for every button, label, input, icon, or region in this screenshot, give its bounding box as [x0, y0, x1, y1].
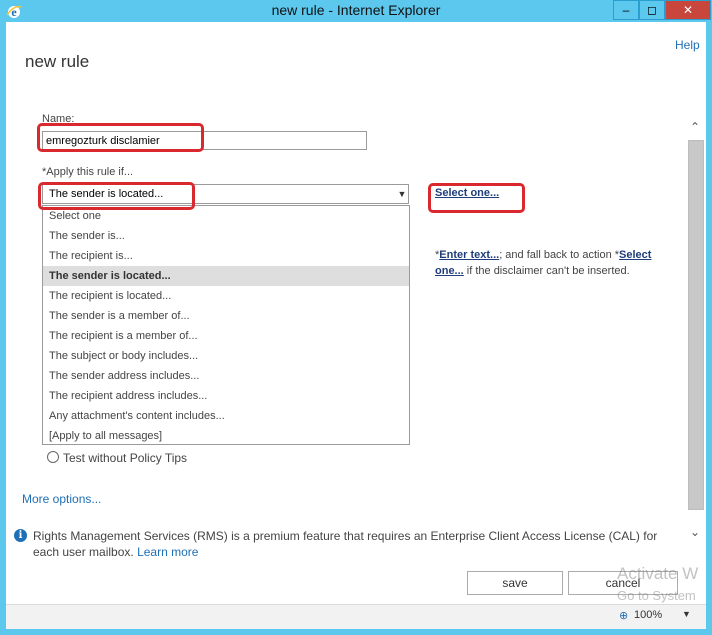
- dropdown-option[interactable]: The sender address includes...: [43, 366, 409, 386]
- dropdown-option[interactable]: The sender is...: [43, 226, 409, 246]
- window-title: new rule - Internet Explorer: [271, 2, 441, 18]
- window-frame-left: [0, 22, 6, 635]
- rms-text-body: Rights Management Services (RMS) is a pr…: [33, 529, 658, 559]
- minimize-button[interactable]: –: [613, 0, 639, 20]
- apply-rule-label: *Apply this rule if...: [42, 166, 134, 178]
- zoom-icon[interactable]: ⊕: [619, 609, 628, 622]
- chevron-down-icon[interactable]: ▼: [395, 184, 409, 204]
- info-icon: i: [14, 529, 27, 542]
- help-link[interactable]: Help: [675, 38, 700, 52]
- status-bar: [6, 604, 706, 630]
- action-description: *Enter text...; and fall back to action …: [435, 247, 675, 279]
- test-without-policy-tips-radio[interactable]: [47, 451, 59, 463]
- close-button[interactable]: ✕: [665, 0, 711, 20]
- more-options-link[interactable]: More options...: [22, 492, 101, 506]
- scrollbar-thumb[interactable]: [688, 140, 704, 510]
- dropdown-option[interactable]: The recipient is a member of...: [43, 326, 409, 346]
- highlight-box-name: [37, 123, 204, 152]
- test-without-policy-tips-label: Test without Policy Tips: [63, 451, 188, 465]
- activation-watermark-sub: Go to System: [617, 588, 696, 603]
- dropdown-option[interactable]: The recipient address includes...: [43, 386, 409, 406]
- dropdown-option[interactable]: The sender is a member of...: [43, 306, 409, 326]
- zoom-chevron-down-icon[interactable]: ▼: [682, 609, 691, 619]
- dropdown-option[interactable]: The subject or body includes...: [43, 346, 409, 366]
- dropdown-option[interactable]: Any attachment's content includes...: [43, 406, 409, 426]
- dropdown-option[interactable]: The recipient is...: [43, 246, 409, 266]
- apply-rule-dropdown: Select one The sender is... The recipient …: [42, 205, 410, 445]
- activation-watermark: Activate W: [617, 564, 699, 583]
- dropdown-option[interactable]: The sender is located...: [43, 266, 409, 286]
- page-title: new rule: [25, 52, 90, 71]
- save-button[interactable]: save: [467, 571, 563, 595]
- action-middle-text: ; and fall back to action *: [499, 249, 620, 261]
- window-frame-bottom: [0, 629, 712, 635]
- scroll-up-icon[interactable]: ⌃: [690, 120, 700, 134]
- window-frame-right: [706, 22, 712, 635]
- scroll-down-icon[interactable]: ⌄: [690, 525, 700, 539]
- dropdown-option[interactable]: [Apply to all messages]: [43, 426, 409, 446]
- dropdown-option[interactable]: The recipient is located...: [43, 286, 409, 306]
- highlight-box-select: [38, 182, 195, 210]
- action-suffix-text: if the disclaimer can't be inserted.: [463, 265, 630, 277]
- maximize-button[interactable]: ◻: [639, 0, 665, 20]
- highlight-box-select-one: [428, 183, 525, 213]
- zoom-level[interactable]: 100%: [634, 609, 662, 621]
- enter-text-link[interactable]: Enter text...: [439, 249, 499, 261]
